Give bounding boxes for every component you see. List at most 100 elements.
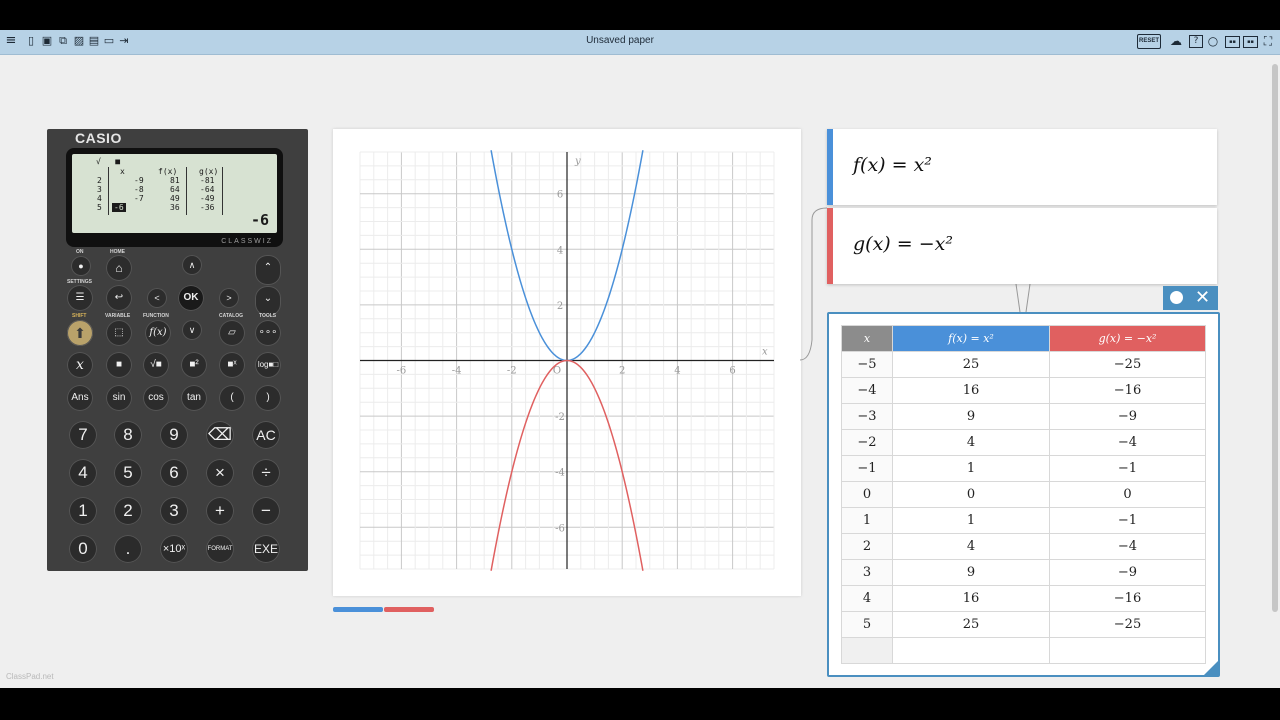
resize-handle[interactable] (1204, 661, 1218, 675)
key-1[interactable]: 1 (69, 497, 97, 525)
table-cell-f[interactable]: 9 (892, 559, 1050, 586)
table-cell-x[interactable]: −4 (841, 377, 893, 404)
left-arrow-key[interactable]: < (147, 288, 167, 308)
divide-key[interactable]: ÷ (252, 459, 280, 487)
key-4[interactable]: 4 (69, 459, 97, 487)
table-cell-g[interactable]: −16 (1049, 585, 1206, 612)
graph-tab-g[interactable] (384, 607, 434, 612)
exe-key[interactable]: EXE (252, 535, 280, 563)
table-cell-empty[interactable] (892, 637, 1050, 664)
key-7[interactable]: 7 (69, 421, 97, 449)
on-key[interactable]: ● (71, 256, 91, 276)
home-key[interactable]: ⌂ (106, 255, 132, 281)
key-2[interactable]: 2 (114, 497, 142, 525)
table-cell-f[interactable]: 4 (892, 429, 1050, 456)
table-cell-f[interactable]: 9 (892, 403, 1050, 430)
open-paren-key[interactable]: ( (219, 385, 245, 411)
table-cell-x[interactable]: 0 (841, 481, 893, 508)
badge-icon[interactable]: ▪▪ (1225, 36, 1240, 48)
table-row-empty[interactable] (841, 637, 1206, 664)
page-up-key[interactable]: ⌃ (255, 255, 281, 285)
close-paren-key[interactable]: ) (255, 385, 281, 411)
reset-button[interactable]: RESET (1137, 34, 1161, 49)
table-cell-g[interactable]: −9 (1049, 403, 1206, 430)
table-cell-f[interactable]: 25 (892, 351, 1050, 378)
up-arrow-key[interactable]: ∧ (182, 255, 202, 275)
ans-key[interactable]: Ans (67, 385, 93, 411)
key-5[interactable]: 5 (114, 459, 142, 487)
plus-key[interactable]: + (206, 497, 234, 525)
table-cell-f[interactable]: 25 (892, 611, 1050, 638)
table-cell-g[interactable]: −4 (1049, 429, 1206, 456)
badge-icon[interactable]: ▪▪ (1243, 36, 1258, 48)
variable-key[interactable]: ⬚ (106, 320, 132, 346)
table-cell-x[interactable]: 2 (841, 533, 893, 560)
circle-icon[interactable]: ○ (1207, 34, 1219, 48)
table-cell-x[interactable]: 3 (841, 559, 893, 586)
close-icon[interactable]: ✕ (1195, 287, 1210, 309)
table-cell-x[interactable]: −1 (841, 455, 893, 482)
sqrt-key[interactable]: √■ (143, 352, 169, 378)
table-cell-x[interactable]: 1 (841, 507, 893, 534)
function-key[interactable]: f(x) (145, 320, 171, 346)
table-cell-empty[interactable] (1049, 637, 1206, 664)
cloud-upload-icon[interactable]: ☁ (1168, 34, 1184, 48)
x-variable-key[interactable]: x (67, 352, 93, 378)
circle-icon[interactable] (1170, 291, 1183, 304)
table-cell-g[interactable]: −1 (1049, 507, 1206, 534)
value-table-window[interactable]: x f(x) = x² g(x) = −x² −5 25 −25 −4 16 −16 −3 9… (827, 312, 1220, 677)
ac-key[interactable]: AC (252, 421, 280, 449)
shift-key[interactable]: ⬆ (67, 320, 93, 346)
square-key[interactable]: ■² (181, 352, 207, 378)
page-down-key[interactable]: ⌄ (255, 286, 281, 316)
decimal-key[interactable]: . (114, 535, 142, 563)
sin-key[interactable]: sin (106, 385, 132, 411)
graph-card[interactable]: -6 -4 -2 O 2 4 6 6 4 2 -2 -4 -6 x y (333, 129, 801, 596)
table-cell-f[interactable]: 16 (892, 585, 1050, 612)
minus-key[interactable]: − (252, 497, 280, 525)
key-6[interactable]: 6 (160, 459, 188, 487)
log-key[interactable]: log■□ (255, 352, 281, 378)
table-cell-g[interactable]: −25 (1049, 351, 1206, 378)
table-cell-x[interactable]: −2 (841, 429, 893, 456)
format-key[interactable]: FORMAT (206, 535, 234, 563)
table-cell-g[interactable]: −4 (1049, 533, 1206, 560)
key-9[interactable]: 9 (160, 421, 188, 449)
key-3[interactable]: 3 (160, 497, 188, 525)
graph-plot[interactable]: -6 -4 -2 O 2 4 6642-2-4-6 x y (333, 129, 801, 596)
cos-key[interactable]: cos (143, 385, 169, 411)
expression-g-text[interactable]: g(x) = −x² (853, 233, 953, 255)
table-cell-g[interactable]: 0 (1049, 481, 1206, 508)
expression-g[interactable]: g(x) = −x² (827, 208, 1217, 284)
table-cell-x[interactable]: 5 (841, 611, 893, 638)
table-cell-f[interactable]: 1 (892, 455, 1050, 482)
expression-f-text[interactable]: f(x) = x² (853, 154, 932, 176)
help-icon[interactable]: ? (1189, 35, 1203, 48)
key-0[interactable]: 0 (69, 535, 97, 563)
table-cell-x[interactable]: −5 (841, 351, 893, 378)
table-cell-f[interactable]: 0 (892, 481, 1050, 508)
table-cell-g[interactable]: −9 (1049, 559, 1206, 586)
catalog-key[interactable]: ▱ (219, 320, 245, 346)
vertical-scrollbar[interactable] (1272, 64, 1278, 612)
times-ten-key[interactable]: ×10ˣ (160, 535, 188, 563)
power-key[interactable]: ■ˣ (219, 352, 245, 378)
table-cell-f[interactable]: 4 (892, 533, 1050, 560)
table-cell-x[interactable]: 4 (841, 585, 893, 612)
tan-key[interactable]: tan (181, 385, 207, 411)
table-cell-g[interactable]: −16 (1049, 377, 1206, 404)
multiply-key[interactable]: × (206, 459, 234, 487)
back-key[interactable]: ↩ (106, 285, 132, 311)
table-cell-g[interactable]: −25 (1049, 611, 1206, 638)
fraction-key[interactable]: ■ (106, 352, 132, 378)
table-cell-f[interactable]: 1 (892, 507, 1050, 534)
ok-key[interactable]: OK (178, 285, 204, 311)
table-cell-empty[interactable] (841, 637, 893, 664)
settings-key[interactable]: ☰ (67, 285, 93, 311)
table-cell-x[interactable]: −3 (841, 403, 893, 430)
tools-key[interactable]: ∘∘∘ (255, 320, 281, 346)
backspace-key[interactable]: ⌫ (206, 421, 234, 449)
table-cell-g[interactable]: −1 (1049, 455, 1206, 482)
graph-tab-f[interactable] (333, 607, 383, 612)
fullscreen-icon[interactable]: ⛶ (1262, 34, 1274, 48)
